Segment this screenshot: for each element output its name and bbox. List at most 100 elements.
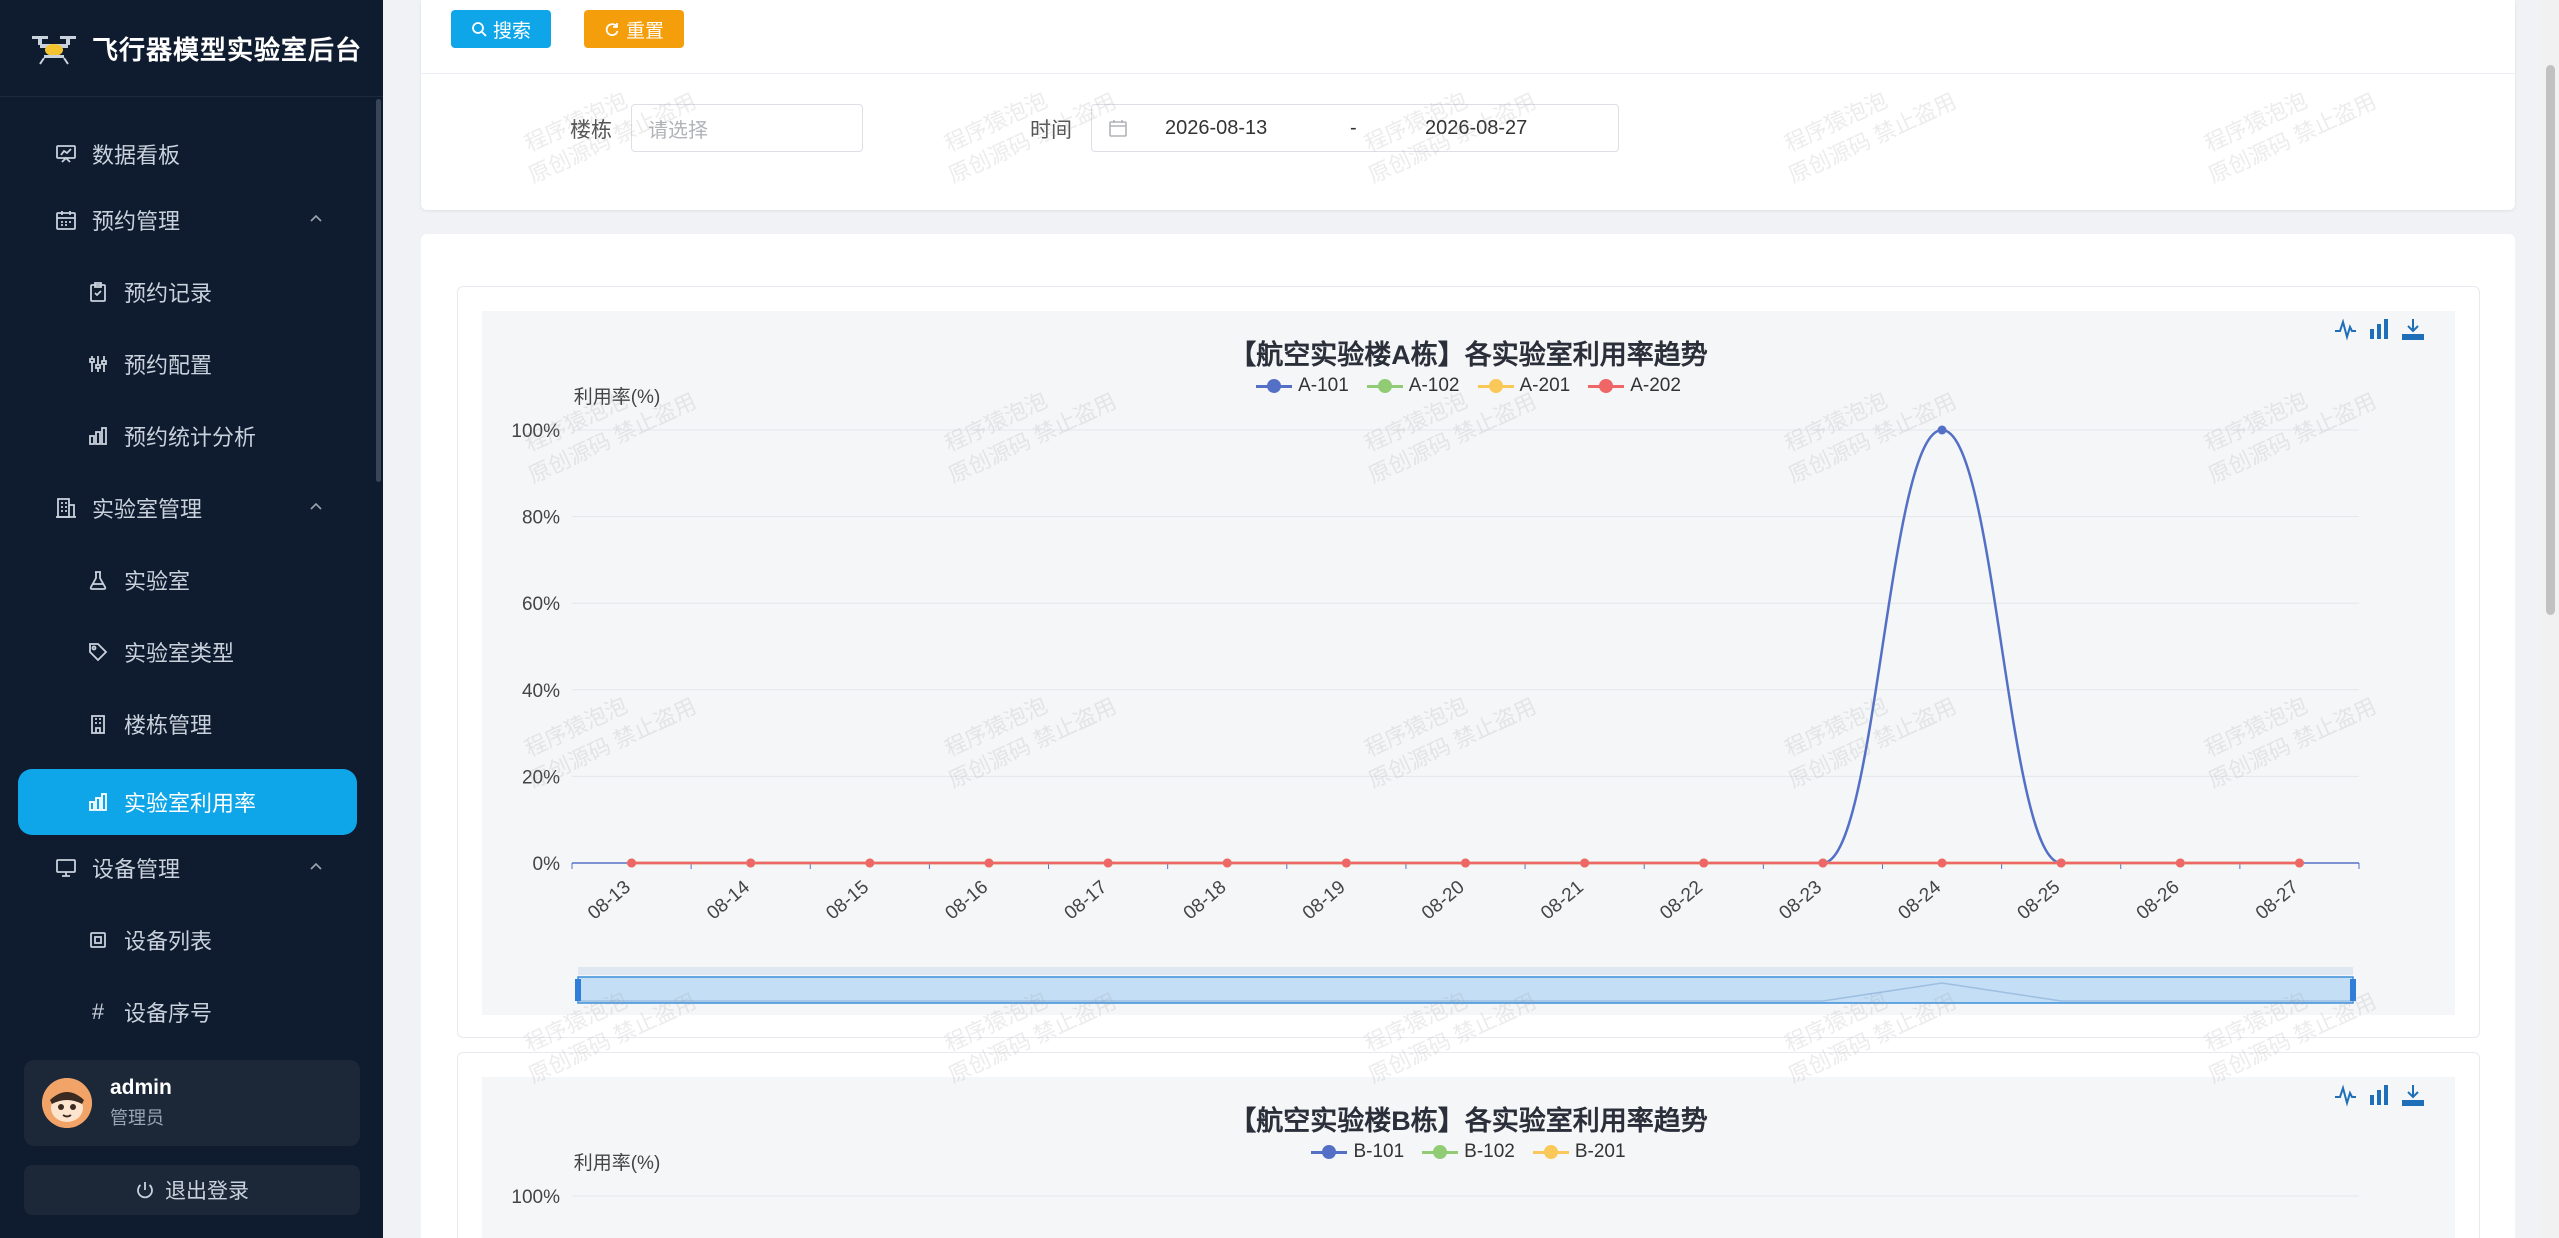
building-select[interactable]: 请选择 [631, 104, 863, 152]
sidebar-item-lab-management[interactable]: 实验室管理 [0, 475, 375, 541]
page-scrollbar-thumb[interactable] [2546, 65, 2555, 615]
series-line[interactable] [631, 428, 2300, 865]
data-point[interactable] [1103, 858, 1113, 868]
chip-icon [84, 926, 112, 954]
x-tick-label: 08-18 [1180, 877, 1231, 924]
datazoom-handle-right[interactable] [2350, 979, 2356, 1001]
sidebar-item-lab-type[interactable]: 实验室类型 [0, 619, 375, 685]
building-filter-label: 楼栋 [570, 119, 612, 142]
y-axis-label: 利用率(%) [574, 1152, 661, 1174]
x-tick-label: 08-27 [2252, 877, 2303, 924]
data-point[interactable] [1937, 858, 1947, 868]
data-point[interactable] [865, 858, 875, 868]
search-button[interactable]: 搜索 [451, 10, 551, 48]
chart-card-building-a: 【航空实验楼A栋】各实验室利用率趋势 A-101 A-102 A-201 A-202 … [457, 286, 2480, 1038]
sidebar-item-booking-stats[interactable]: 预约统计分析 [0, 403, 375, 469]
filter-card: 搜索 重置 楼栋 请选择 时间 2026-08-13 - 2026-08-27 [421, 0, 2515, 210]
x-tick-label: 08-20 [1418, 877, 1469, 924]
x-tick-label: 08-23 [1775, 877, 1826, 924]
data-point[interactable] [1937, 425, 1947, 435]
x-tick-label: 08-26 [2133, 877, 2184, 924]
y-tick-label: 20% [522, 767, 560, 788]
data-point[interactable] [1580, 858, 1590, 868]
clipboard-icon [84, 278, 112, 306]
chart-card-building-b: 【航空实验楼B栋】各实验室利用率趋势 B-101 B-102 B-201 利用率(%… [457, 1052, 2480, 1238]
search-icon [472, 22, 487, 37]
chart-plot[interactable]: 利用率(%) 100% [482, 1077, 2455, 1238]
bar-chart-icon [84, 422, 112, 450]
toolbar: 搜索 重置 [421, 0, 2515, 74]
series-A-101[interactable] [631, 428, 2300, 865]
sidebar-item-label: 楼栋管理 [124, 713, 213, 738]
page-scrollbar[interactable] [2541, 0, 2559, 1238]
refresh-icon [605, 23, 619, 37]
y-tick-label: 40% [522, 681, 560, 702]
chart-area: 【航空实验楼A栋】各实验室利用率趋势 A-101 A-102 A-201 A-202 … [482, 311, 2455, 1015]
reset-button-label: 重置 [625, 20, 664, 42]
power-icon [137, 1182, 153, 1199]
time-filter-label: 时间 [1030, 119, 1072, 142]
datazoom-handle-left[interactable] [575, 979, 581, 1001]
reset-button[interactable]: 重置 [584, 10, 684, 48]
y-tick-label: 100% [511, 421, 560, 442]
data-point[interactable] [984, 858, 994, 868]
data-point[interactable] [1341, 858, 1351, 868]
dashboard-icon [52, 140, 80, 168]
brand: 飞行器模型实验室后台 [0, 0, 383, 97]
sidebar-item-booking-records[interactable]: 预约记录 [0, 259, 375, 325]
x-tick-label: 08-22 [1656, 877, 1707, 924]
user-name: admin [110, 1076, 172, 1099]
sidebar-item-lab-utilization[interactable]: 实验室利用率 [18, 769, 357, 835]
data-point[interactable] [1222, 858, 1232, 868]
y-tick-label: 60% [522, 594, 560, 615]
sidebar-item-booking-management[interactable]: 预约管理 [0, 187, 375, 253]
x-tick-label: 08-24 [1895, 876, 1946, 924]
user-card[interactable]: admin 管理员 [24, 1060, 360, 1146]
sidebar-scrollbar-thumb[interactable] [376, 99, 381, 482]
sidebar-item-dashboard[interactable]: 数据看板 [0, 121, 375, 187]
data-point[interactable] [2056, 858, 2066, 868]
search-button-label: 搜索 [492, 20, 531, 42]
x-tick-label: 08-21 [1537, 877, 1588, 924]
sidebar-item-label: 设备管理 [92, 857, 181, 882]
data-point[interactable] [2175, 858, 2185, 868]
chevron-up-icon [310, 214, 322, 222]
sidebar-item-building-management[interactable]: 楼栋管理 [0, 691, 375, 757]
sidebar-item-label: 实验室 [124, 569, 191, 594]
chevron-up-icon [310, 502, 322, 510]
sidebar-item-device-management[interactable]: 设备管理 [0, 835, 375, 901]
date-end[interactable]: 2026-08-27 [1425, 117, 1527, 140]
y-axis-label: 利用率(%) [574, 386, 661, 408]
x-tick-label: 08-25 [2014, 877, 2065, 924]
data-point[interactable] [1461, 858, 1470, 868]
data-point[interactable] [1699, 858, 1709, 868]
sidebar-item-label: 预约配置 [124, 353, 213, 378]
logout-button[interactable]: 退出登录 [24, 1165, 360, 1215]
sidebar-item-label: 实验室类型 [124, 641, 235, 666]
sidebar-item-lab[interactable]: 实验室 [0, 547, 375, 613]
datazoom-window[interactable] [577, 976, 2354, 1004]
bar-chart-icon [84, 788, 112, 816]
sidebar-item-device-serial[interactable]: # 设备序号 [0, 979, 375, 1032]
sidebar-scrollbar[interactable] [375, 97, 383, 1032]
data-point[interactable] [627, 858, 637, 868]
sidebar-item-label: 数据看板 [92, 143, 181, 168]
sidebar-item-label: 预约记录 [124, 281, 213, 306]
chart-plot[interactable]: 利用率(%) 0% 20% 40% 60% 80% 100% 08-13 08-14 08-15 0… [482, 311, 2455, 1015]
sidebar-item-label: 预约管理 [92, 209, 181, 234]
data-point[interactable] [746, 858, 756, 868]
x-tick-label: 08-17 [1061, 877, 1112, 924]
avatar [42, 1078, 92, 1128]
data-point[interactable] [2294, 858, 2304, 868]
user-role: 管理员 [110, 1108, 164, 1128]
monitor-icon [52, 854, 80, 882]
date-range-picker[interactable]: 2026-08-13 - 2026-08-27 [1091, 104, 1619, 152]
drone-logo-icon [32, 36, 76, 65]
sliders-icon [84, 350, 112, 378]
sidebar-item-device-list[interactable]: 设备列表 [0, 907, 375, 973]
sidebar-item-booking-config[interactable]: 预约配置 [0, 331, 375, 397]
x-tick-label: 08-14 [703, 876, 754, 924]
date-start[interactable]: 2026-08-13 [1165, 117, 1267, 140]
data-point[interactable] [1818, 858, 1828, 868]
chart-area: 【航空实验楼B栋】各实验室利用率趋势 B-101 B-102 B-201 利用率(%… [482, 1077, 2455, 1238]
